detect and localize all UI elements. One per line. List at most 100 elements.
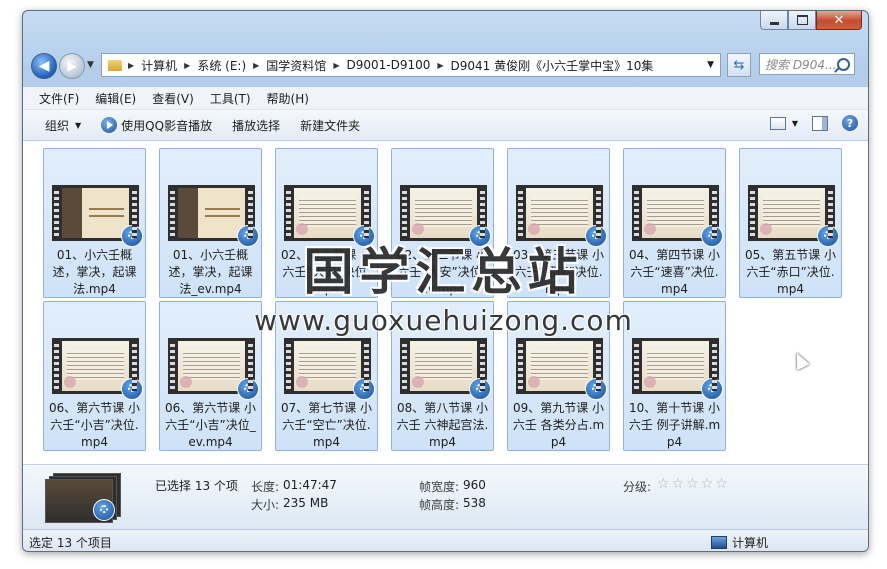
search-icon[interactable] — [837, 58, 850, 71]
menu-file[interactable]: 文件(F) — [31, 90, 87, 107]
close-icon: ✕ — [833, 12, 845, 28]
status-location-text: 计算机 — [732, 536, 769, 550]
forward-arrow-icon: ▶ — [67, 59, 77, 73]
file-name: 06、第六节课 小六壬“小吉”决位.mp4 — [48, 401, 141, 449]
star-icon[interactable]: ☆ — [672, 476, 685, 492]
size-value: 235 MB — [283, 496, 329, 510]
video-thumbnail — [168, 338, 259, 400]
video-frame — [526, 341, 593, 391]
video-thumbnail — [516, 338, 607, 400]
search-input[interactable]: 搜索 D904... — [759, 53, 855, 75]
star-icon[interactable]: ☆ — [686, 476, 699, 492]
frame-height-label: 帧高度: — [419, 498, 460, 512]
breadcrumb-separator-icon[interactable]: ▶ — [251, 61, 261, 70]
video-frame — [178, 341, 245, 391]
breadcrumb-library[interactable]: 国学资料馆 — [261, 57, 331, 74]
rating-label: 分级: — [623, 480, 652, 494]
video-badge-icon — [469, 378, 491, 400]
file-name: 08、第八节课 小六壬 六神起宫法.mp4 — [396, 401, 489, 449]
view-options-chevron-icon[interactable]: ▼ — [792, 119, 798, 128]
selection-thumbnail — [43, 473, 121, 523]
maximize-button[interactable] — [788, 11, 816, 30]
preview-pane-icon[interactable] — [812, 115, 828, 131]
search-placeholder: 搜索 D904... — [765, 57, 837, 72]
command-bar: 组织 ▼ 使用QQ影音播放 播放选择 新建文件夹 ▼ ? — [23, 110, 868, 141]
breadcrumb-separator-icon[interactable]: ▶ — [435, 61, 445, 70]
menu-tools[interactable]: 工具(T) — [202, 90, 259, 107]
video-badge-icon — [237, 378, 259, 400]
frame-width-label: 帧宽度: — [419, 480, 460, 494]
file-name: 06、第六节课 小六壬“小吉”决位_ev.mp4 — [164, 401, 257, 449]
video-badge-icon — [121, 378, 143, 400]
file-name: 09、第九节课 小六壬 各类分占.mp4 — [512, 401, 605, 449]
video-thumbnail — [284, 338, 375, 400]
watermark-title: 国学汇总站 — [303, 242, 584, 301]
back-arrow-icon: ◀ — [38, 58, 50, 74]
close-button[interactable]: ✕ — [816, 11, 862, 30]
refresh-button[interactable]: ⇆ — [727, 53, 751, 77]
video-frame — [410, 188, 477, 238]
address-dropdown-icon[interactable]: ▼ — [707, 60, 714, 70]
star-icon[interactable]: ☆ — [657, 476, 670, 492]
status-bar: 选定 13 个项目 计算机 — [23, 529, 868, 551]
video-frame — [294, 341, 361, 391]
minimize-icon — [769, 21, 779, 25]
video-frame — [294, 188, 361, 238]
video-thumbnail — [632, 338, 723, 400]
breadcrumb-range[interactable]: D9001-D9100 — [341, 58, 435, 72]
details-pane: 已选择 13 个项 长度: 01:47:47 大小: 235 MB 帧宽度: 9… — [23, 464, 868, 529]
back-button[interactable]: ◀ — [31, 53, 57, 79]
help-icon[interactable]: ? — [842, 115, 858, 131]
size-label: 大小: — [251, 498, 280, 512]
menu-view[interactable]: 查看(V) — [144, 90, 202, 107]
video-frame — [758, 188, 825, 238]
folder-icon — [108, 59, 122, 71]
video-frame — [526, 188, 593, 238]
organize-label: 组织 — [45, 118, 70, 133]
recent-pages-dropdown[interactable]: ▼ — [87, 60, 94, 70]
chevron-down-icon: ▼ — [75, 120, 82, 130]
play-with-qq-label: 使用QQ影音播放 — [121, 118, 213, 133]
file-name: 10、第十节课 小六壬 例子讲解.mp4 — [628, 401, 721, 449]
computer-icon — [711, 536, 727, 549]
menu-bar: 文件(F) 编辑(E) 查看(V) 工具(T) 帮助(H) — [23, 87, 868, 110]
video-frame — [62, 188, 129, 238]
caption-buttons: ✕ — [760, 11, 862, 30]
video-badge-icon — [93, 499, 115, 521]
video-frame — [642, 341, 709, 391]
length-label: 长度: — [251, 480, 280, 494]
video-thumbnail — [400, 338, 491, 400]
forward-button[interactable]: ▶ — [59, 53, 85, 79]
breadcrumb-separator-icon[interactable]: ▶ — [126, 61, 136, 70]
new-folder-button[interactable]: 新建文件夹 — [290, 117, 370, 134]
breadcrumb-separator-icon[interactable]: ▶ — [331, 61, 341, 70]
organize-button[interactable]: 组织 ▼ — [35, 117, 91, 134]
play-selection-label: 播放选择 — [232, 118, 281, 133]
address-bar[interactable]: ▶ 计算机 ▶ 系统 (E:) ▶ 国学资料馆 ▶ D9001-D9100 ▶ … — [101, 53, 721, 77]
watermark-url: www.guoxuehuizong.com — [254, 304, 633, 337]
star-icon[interactable]: ☆ — [701, 476, 714, 492]
menu-help[interactable]: 帮助(H) — [259, 90, 317, 107]
menu-edit[interactable]: 编辑(E) — [87, 90, 144, 107]
rating-stars[interactable]: ☆ ☆ ☆ ☆ ☆ — [657, 476, 730, 492]
star-icon[interactable]: ☆ — [715, 476, 728, 492]
minimize-button[interactable] — [760, 11, 788, 30]
breadcrumb-computer[interactable]: 计算机 — [136, 57, 182, 74]
status-location: 计算机 — [711, 534, 768, 551]
breadcrumb-drive[interactable]: 系统 (E:) — [192, 57, 251, 74]
maximize-icon — [796, 15, 808, 25]
selection-count: 已选择 13 个项 — [155, 479, 238, 493]
change-view-icon[interactable] — [769, 116, 786, 130]
status-selection-text: 选定 13 个项目 — [29, 536, 112, 550]
play-selection-button[interactable]: 播放选择 — [222, 117, 290, 134]
breadcrumb-separator-icon[interactable]: ▶ — [182, 61, 192, 70]
video-badge-icon — [585, 378, 607, 400]
video-frame — [178, 188, 245, 238]
video-frame — [642, 188, 709, 238]
video-badge-icon — [701, 378, 723, 400]
length-value: 01:47:47 — [283, 478, 337, 492]
video-frame — [410, 341, 477, 391]
breadcrumb-current-folder[interactable]: D9041 黄俊刚《小六壬掌中宝》10集 — [446, 57, 659, 74]
play-with-qq-button[interactable]: 使用QQ影音播放 — [91, 117, 222, 134]
frame-width-value: 960 — [463, 478, 486, 492]
